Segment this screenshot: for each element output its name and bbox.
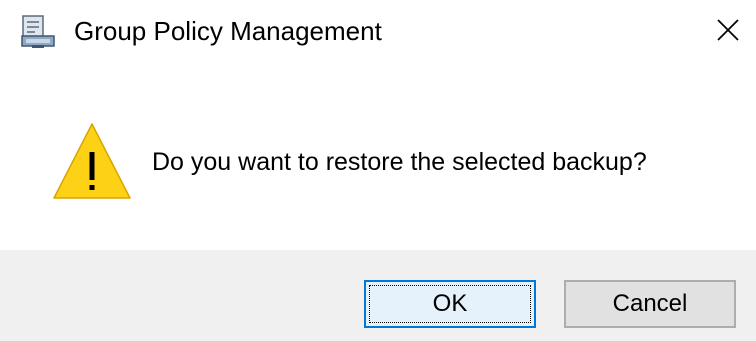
cancel-button[interactable]: Cancel [564,280,736,328]
title-bar[interactable]: Group Policy Management [0,0,756,64]
button-bar: OK Cancel [0,250,756,341]
warning-icon [52,122,132,202]
ok-button[interactable]: OK [364,280,536,328]
message-dialog: Group Policy Management Do you want to r… [0,0,756,341]
dialog-content: Do you want to restore the selected back… [0,64,756,250]
close-button[interactable] [700,0,756,64]
dialog-message: Do you want to restore the selected back… [152,148,647,176]
close-icon [716,18,740,47]
group-policy-icon [20,14,56,50]
window-title: Group Policy Management [74,16,382,46]
